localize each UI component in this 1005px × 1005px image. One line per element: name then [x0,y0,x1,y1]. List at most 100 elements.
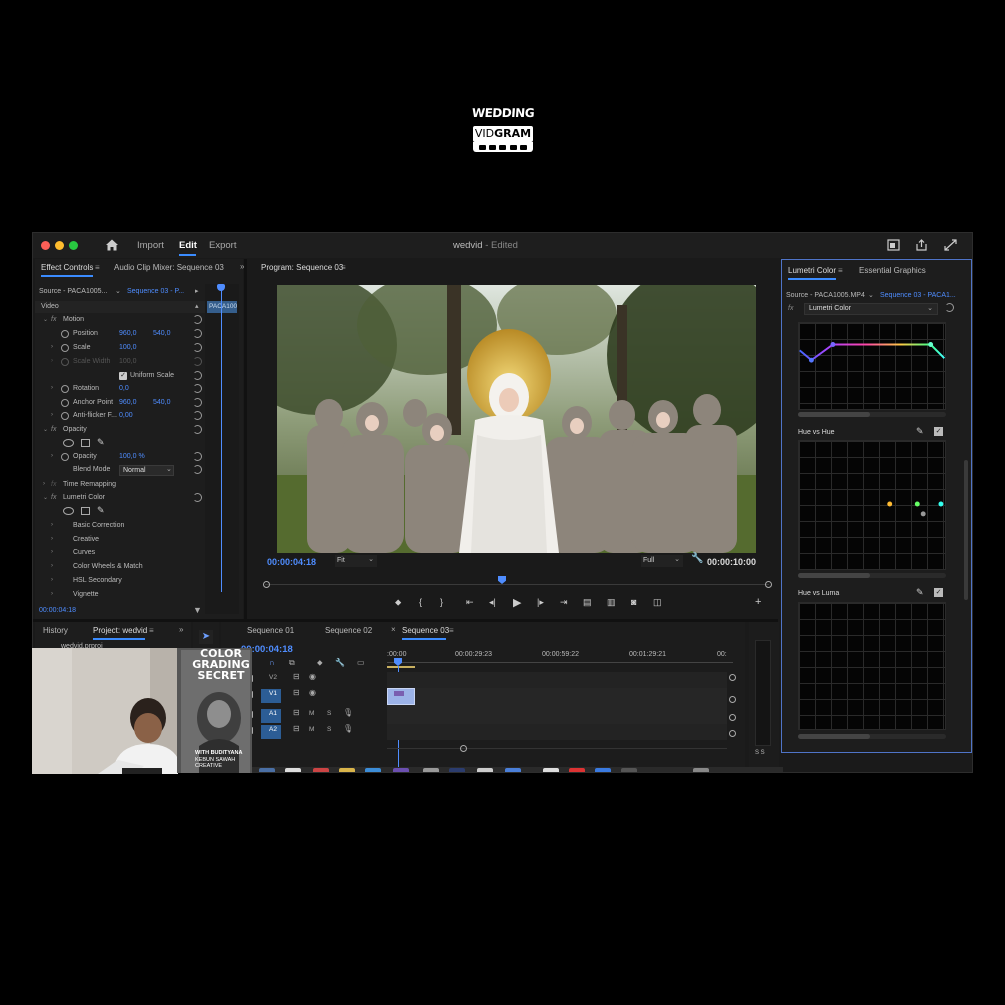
home-icon[interactable] [105,238,119,252]
play-only-icon[interactable]: ▸ [195,287,199,295]
snap-icon[interactable]: ∩ [269,658,275,667]
dock-app-icon[interactable] [285,768,301,772]
hue-vs-hue-toggle-checkbox[interactable]: ✓ [934,427,943,436]
rotation-value[interactable]: 0,0 [119,385,129,392]
edit-tab[interactable]: Edit [179,240,197,251]
reset-icon[interactable] [193,371,202,380]
timeline-playhead-handle[interactable] [394,658,402,666]
ec-sequence-label[interactable]: Sequence 03 - P... [127,288,184,295]
expand-icon[interactable]: › [51,412,53,418]
reset-icon[interactable] [193,493,202,502]
track-a1-label[interactable]: A1 [269,710,277,717]
dock-app-icon[interactable] [543,768,559,772]
tab-sequence-02[interactable]: Sequence 02 [325,626,372,635]
mute-button[interactable]: M [309,710,314,717]
reset-icon[interactable] [193,452,202,461]
uniform-scale-row[interactable]: ✓ Uniform Scale [35,370,215,383]
reset-icon[interactable] [193,411,202,420]
project-tab[interactable]: Project: wedvid [93,626,147,635]
v1-lane[interactable] [387,688,727,706]
expand-icon[interactable]: › [51,453,53,459]
stopwatch-icon[interactable] [61,412,69,420]
ec-source-label[interactable]: Source - PACA1005... [39,288,107,295]
step-back-icon[interactable]: ◂| [489,597,496,608]
tab-sequence-03[interactable]: Sequence 03 [402,626,449,635]
microphone-icon[interactable]: 🎙 [343,708,353,717]
program-monitor-tab[interactable]: Program: Sequence 03 [261,263,343,272]
tab-menu-icon[interactable]: ≡ [149,626,154,635]
a2-lane[interactable] [387,724,727,740]
mute-button[interactable]: M [309,726,314,733]
play-icon[interactable]: ▶ [513,596,521,609]
resolution-dropdown[interactable]: Full ⌄ [641,555,683,567]
reset-icon[interactable] [193,343,202,352]
solo-button[interactable]: S [327,726,331,733]
anchor-y-value[interactable]: 540,0 [153,399,171,406]
ec-playhead[interactable] [221,286,222,592]
effect-controls-tab[interactable]: Effect Controls [41,263,93,272]
stopwatch-icon[interactable] [61,399,69,407]
go-to-out-icon[interactable]: ⇥ [560,597,568,608]
mark-in-icon[interactable]: { [419,597,422,607]
antiflicker-row[interactable]: › Anti-flicker F... 0,00 [35,410,215,423]
opacity-row[interactable]: › Opacity 100,0 % [35,451,215,464]
expand-icon[interactable]: › [51,344,53,350]
add-marker-icon[interactable]: ⬥ [395,597,401,608]
close-tab-icon[interactable]: × [391,625,396,634]
graph-scrollbar[interactable] [798,573,946,578]
color-wheels-row[interactable]: › Color Wheels & Match [35,561,215,574]
dock-app-icon[interactable] [423,768,439,772]
hue-vs-sat-curve-graph[interactable] [798,322,946,410]
hue-vs-hue-curve-graph[interactable] [798,440,946,570]
export-tab[interactable]: Export [209,240,236,251]
fullscreen-icon[interactable] [944,239,957,251]
add-marker-icon[interactable]: ⬥ [317,658,323,668]
reset-icon[interactable] [193,329,202,338]
stopwatch-icon[interactable] [61,453,69,461]
dock-app-icon[interactable] [259,768,275,772]
blend-mode-row[interactable]: Blend Mode Normal ⌄ [35,464,215,477]
video-clip[interactable] [387,688,415,705]
dock-app-icon[interactable] [595,768,611,772]
stopwatch-icon[interactable] [61,344,69,352]
zoom-level-dropdown[interactable]: Fit ⌄ [335,555,377,567]
selection-tool-icon[interactable]: ➤ [199,630,213,644]
step-forward-icon[interactable]: |▸ [537,597,544,608]
reset-icon[interactable] [193,384,202,393]
ellipse-mask-icon[interactable] [63,439,74,447]
creative-row[interactable]: › Creative [35,534,215,547]
essential-graphics-tab[interactable]: Essential Graphics [859,266,926,275]
settings-wrench-icon[interactable]: 🔧 [691,553,703,564]
mark-out-icon[interactable]: } [440,597,443,607]
position-y-value[interactable]: 540,0 [153,330,171,337]
import-tab[interactable]: Import [137,240,164,251]
ec-playhead-handle[interactable] [217,284,225,291]
time-remapping-row[interactable]: › fx Time Remapping [35,479,215,492]
motion-row[interactable]: ⌄ fx Motion [35,314,215,327]
eyedropper-icon[interactable]: ✎ [916,426,924,437]
pen-mask-icon[interactable]: ✎ [97,437,105,448]
rotation-row[interactable]: › Rotation 0,0 [35,383,215,396]
dock-app-icon[interactable] [505,768,521,772]
anchor-x-value[interactable]: 960,0 [119,399,137,406]
timeline-settings-icon[interactable]: 🔧 [335,658,345,667]
fx-icon[interactable]: fx [51,316,56,323]
eyedropper-icon[interactable]: ✎ [916,587,924,598]
history-tab[interactable]: History [43,626,68,635]
lumetri-effect-dropdown[interactable]: Lumetri Color ⌄ [804,303,938,315]
expand-icon[interactable]: ⌄ [43,316,48,323]
fx-icon[interactable]: fx [51,426,56,433]
reset-icon[interactable] [193,315,202,324]
sync-lock-icon[interactable]: ⊟ [293,708,300,717]
scroll-handle[interactable] [729,696,736,703]
chevron-down-icon[interactable]: ⌄ [868,291,874,299]
reset-icon[interactable] [193,425,202,434]
linked-selection-icon[interactable]: ⧉ [289,658,295,668]
a1-lane[interactable] [387,706,727,724]
audio-clip-mixer-tab[interactable]: Audio Clip Mixer: Sequence 03 [114,263,224,272]
lumetri-sequence-label[interactable]: Sequence 03 - PACA1... [880,292,956,299]
button-editor-icon[interactable]: + [755,596,761,608]
reset-icon[interactable] [945,303,954,312]
close-window-button[interactable] [41,241,50,250]
scroll-handle[interactable] [729,674,736,681]
